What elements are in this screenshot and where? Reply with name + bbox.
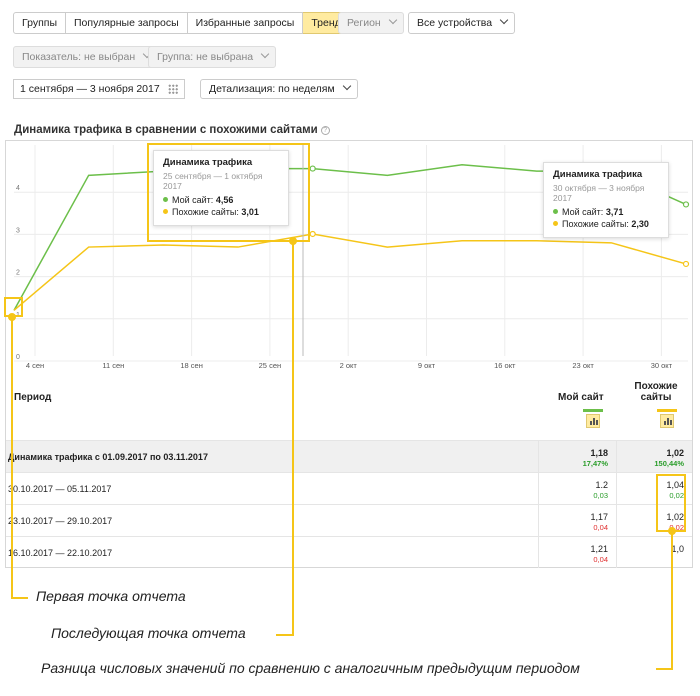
annotation-line bbox=[671, 532, 673, 670]
annotation-first-point: Первая точка отчета bbox=[36, 588, 186, 604]
tooltip-range: 30 октября — 3 ноября 2017 bbox=[553, 183, 645, 203]
col-my-site[interactable]: Мой сайт bbox=[558, 392, 604, 403]
row-my-value: 1.2 bbox=[595, 480, 608, 490]
x-tick-label: 18 сен bbox=[180, 361, 203, 370]
row-my-diff: 0,04 bbox=[593, 523, 608, 532]
annotation-marker bbox=[668, 527, 676, 535]
x-tick-label: 25 сен bbox=[259, 361, 282, 370]
row-period: 16.10.2017 — 22.10.2017 bbox=[8, 548, 113, 558]
x-tick-label: 11 сен bbox=[102, 361, 124, 370]
row-period: 30.10.2017 — 05.11.2017 bbox=[8, 484, 112, 494]
y-tick-label: 0 bbox=[16, 354, 20, 361]
x-tick-label: 4 сен bbox=[26, 361, 44, 370]
col-similar-sites[interactable]: Похожие сайты bbox=[634, 381, 678, 403]
row-my-value: 1,21 bbox=[590, 544, 608, 554]
legend-dot bbox=[553, 221, 558, 226]
y-tick-label: 3 bbox=[16, 227, 20, 234]
x-axis-ticks: 4 сен 11 сен 18 сен 25 сен 2 окт 9 окт 16 окт 2… bbox=[26, 361, 673, 370]
label: Похожие сайты: bbox=[562, 219, 629, 229]
row-my-diff: 17,47% bbox=[582, 459, 608, 468]
tooltip-week-2: Динамика трафика 30 октября — 3 ноября 2… bbox=[543, 162, 669, 238]
table-row-total: Динамика трафика с 01.09.2017 по 03.11.2… bbox=[6, 440, 692, 472]
column-divider bbox=[538, 440, 539, 568]
annotation-marker bbox=[289, 237, 297, 245]
series-color-bar-my bbox=[583, 409, 603, 412]
x-tick-label: 16 окт bbox=[494, 361, 516, 370]
tooltip-row-my: Мой сайт: 3,71 bbox=[553, 207, 659, 217]
x-tick-label: 23 окт bbox=[572, 361, 594, 370]
table-row: 30.10.2017 — 05.11.2017 1.2 0,03 1,04 0,… bbox=[6, 472, 692, 504]
series-point bbox=[682, 260, 690, 268]
annotation-line bbox=[656, 668, 673, 670]
y-tick-label: 2 bbox=[16, 270, 20, 277]
series-point bbox=[682, 201, 690, 208]
table-row: 16.10.2017 — 22.10.2017 1,21 0,04 1,0 bbox=[6, 536, 692, 568]
row-my-diff: 0,04 bbox=[593, 555, 608, 564]
series-point bbox=[309, 230, 316, 238]
row-similar-value: 1,02 bbox=[666, 448, 684, 458]
legend-dot bbox=[553, 209, 558, 214]
col-similar-line-2: сайты bbox=[640, 392, 672, 403]
row-period: 23.10.2017 — 29.10.2017 bbox=[8, 516, 113, 526]
x-tick-label: 30 окт bbox=[651, 361, 673, 370]
row-period: Динамика трафика с 01.09.2017 по 03.11.2… bbox=[8, 452, 208, 462]
bar-chart-icon[interactable] bbox=[660, 414, 674, 428]
series-line-similar-sites bbox=[13, 233, 687, 311]
col-similar-line-1: Похожие bbox=[634, 381, 678, 392]
col-period[interactable]: Период bbox=[14, 392, 51, 403]
annotation-marker bbox=[8, 313, 16, 321]
y-tick-label: 4 bbox=[16, 185, 20, 192]
value: 2,30 bbox=[631, 219, 649, 229]
highlight-box-diff bbox=[656, 474, 686, 532]
value: 3,71 bbox=[605, 207, 624, 217]
row-similar-diff: 150,44% bbox=[654, 459, 684, 468]
x-tick-label: 9 окт bbox=[418, 361, 436, 370]
x-tick-label: 2 окт bbox=[340, 361, 358, 370]
row-my-value: 1,17 bbox=[590, 512, 608, 522]
series-point bbox=[309, 165, 316, 172]
annotation-diff: Разница числовых значений по сравнению с… bbox=[41, 660, 580, 676]
y-axis-ticks: 01234 bbox=[16, 185, 20, 361]
tooltip-title: Динамика трафика bbox=[553, 169, 643, 180]
tooltip-row-similar: Похожие сайты: 2,30 bbox=[553, 219, 659, 229]
label: Мой сайт: bbox=[562, 207, 604, 217]
annotation-line bbox=[11, 597, 28, 599]
row-my-diff: 0,03 bbox=[593, 491, 608, 500]
series-color-bar-similar bbox=[657, 409, 677, 412]
table-row: 23.10.2017 — 29.10.2017 1,17 0,04 1,02 0… bbox=[6, 504, 692, 536]
annotation-line bbox=[276, 634, 294, 636]
bar-chart-icon[interactable] bbox=[586, 414, 600, 428]
row-similar-value: 1,0 bbox=[671, 544, 684, 554]
row-my-value: 1,18 bbox=[590, 448, 608, 458]
annotation-line bbox=[292, 242, 294, 636]
highlight-box-next-point bbox=[147, 143, 310, 242]
column-divider bbox=[616, 440, 617, 568]
annotation-line bbox=[11, 317, 13, 599]
annotation-next-point: Последующая точка отчета bbox=[51, 625, 246, 641]
